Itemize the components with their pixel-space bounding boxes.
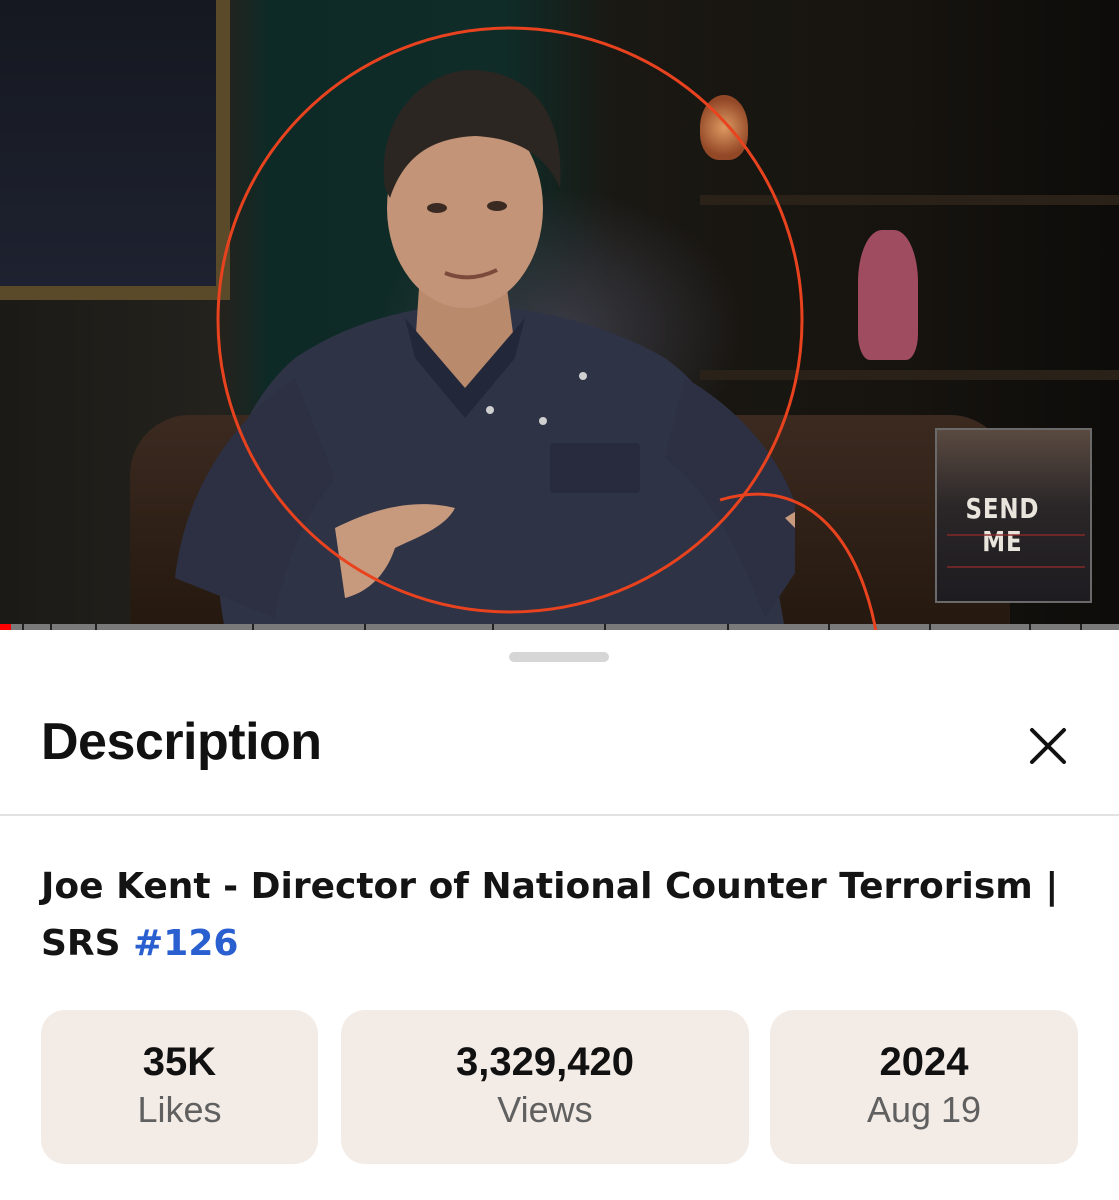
views-count: 3,329,420 [456,1040,634,1084]
likes-stat: 35K Likes [41,1010,318,1164]
description-sheet: Description Joe Kent - Director of Natio… [0,630,1119,1200]
video-progress-fill [0,624,12,630]
date-stat: 2024 Aug 19 [770,1010,1078,1164]
hashtag-link[interactable]: #126 [133,923,238,964]
speaker-figure [175,69,795,630]
upload-date: Aug 19 [866,1089,982,1130]
background-statue [858,230,918,360]
likes-count: 35K [142,1040,217,1084]
chapter-marker [22,624,24,630]
close-icon [1030,728,1066,764]
header-divider [0,814,1119,816]
upload-year: 2024 [879,1040,969,1084]
sheet-title: Description [41,713,322,771]
video-player[interactable]: SEND ME [0,0,1119,630]
views-label: Views [497,1089,593,1130]
video-title: Joe Kent - Director of National Counter … [41,858,1071,972]
close-button[interactable] [1018,716,1078,776]
sheet-drag-handle[interactable] [509,652,609,662]
views-stat: 3,329,420 Views [341,1010,749,1164]
likes-label: Likes [137,1089,222,1130]
book-cover: SEND ME [935,428,1092,603]
book-subtitle-band [947,534,1085,568]
